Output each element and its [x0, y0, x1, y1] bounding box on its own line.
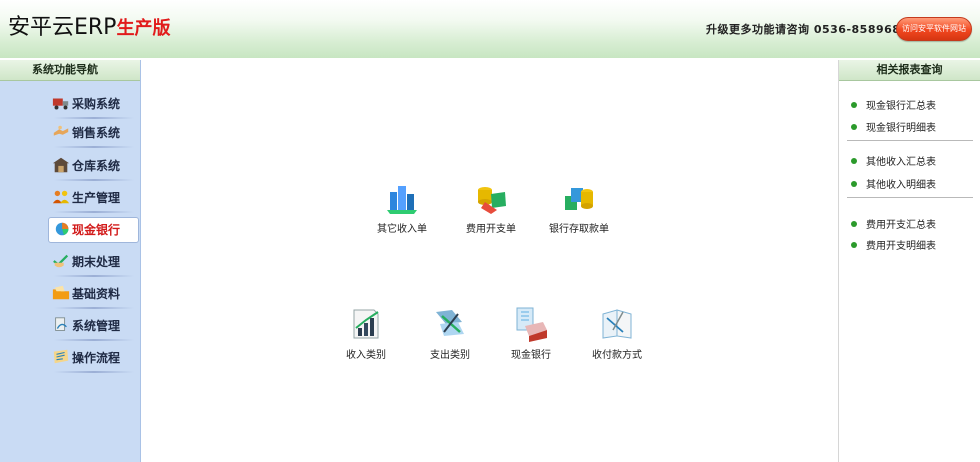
tile-expense-voucher[interactable]: 费用开支单 — [451, 180, 531, 240]
truck-icon — [52, 98, 69, 110]
report-link-cash-bank-summary[interactable]: 现金银行汇总表 — [851, 97, 936, 112]
report-link-cash-bank-detail[interactable]: 现金银行明细表 — [851, 119, 936, 134]
expense-coins-icon — [478, 187, 506, 214]
tile-label: 支出类别 — [430, 350, 470, 361]
nav-item-operation-flow[interactable]: 操作流程 — [0, 343, 141, 373]
nav-item-purchase[interactable]: 采购系统 — [0, 89, 141, 119]
tile-cash-bank[interactable]: 现金银行 — [491, 306, 571, 366]
tile-payment-method[interactable]: 收付款方式 — [577, 306, 657, 366]
folder-icon — [52, 285, 70, 300]
cash-box-icon — [516, 307, 547, 342]
tile-label: 收入类别 — [346, 350, 386, 361]
tile-bank-deposit[interactable]: 银行存取款单 — [539, 180, 619, 240]
people-icon — [52, 190, 70, 204]
bank-deposit-icon — [565, 188, 593, 210]
payment-book-icon — [602, 309, 632, 339]
nav-item-label: 生产管理 — [72, 191, 121, 205]
report-link-other-income-summary[interactable]: 其他收入汇总表 — [851, 153, 936, 168]
tile-label: 现金银行 — [511, 350, 551, 361]
nav-divider — [54, 179, 134, 181]
report-link-other-income-detail[interactable]: 其他收入明细表 — [851, 176, 936, 191]
nav-item-basic-data[interactable]: 基础资料 — [0, 279, 141, 309]
visit-website-button[interactable]: 访问安平软件网站 — [896, 17, 972, 41]
nav-item-label: 现金银行 — [72, 223, 121, 237]
nav-divider — [54, 307, 134, 309]
hand-check-icon — [53, 254, 69, 268]
nav-item-production[interactable]: 生产管理 — [0, 183, 141, 213]
nav-item-label: 系统管理 — [72, 319, 121, 333]
nav-item-label: 销售系统 — [72, 126, 121, 140]
nav-item-label: 操作流程 — [72, 351, 121, 365]
nav-item-label: 基础资料 — [72, 287, 121, 301]
report-divider — [847, 197, 973, 198]
report-divider — [847, 140, 973, 141]
nav-item-label: 仓库系统 — [72, 159, 121, 173]
report-link-expense-detail[interactable]: 费用开支明细表 — [851, 237, 936, 252]
logo-main-text: 安平云ERP — [8, 15, 117, 40]
bullet-icon — [851, 180, 857, 187]
tile-income-category[interactable]: 收入类别 — [326, 306, 406, 366]
coin-pie-icon — [55, 222, 69, 236]
upgrade-contact-text: 升级更多功能请咨询 0536-8589685 — [706, 23, 909, 36]
city-income-icon — [387, 186, 417, 214]
nav-item-sales[interactable]: 销售系统 — [0, 118, 141, 148]
nav-item-system-admin[interactable]: 系统管理 — [0, 311, 141, 341]
nav-item-label: 期末处理 — [72, 255, 121, 269]
left-navigation: 系统功能导航 采购系统 销售系统 仓库系统 生产管理 现金银行 期末处理 基础资… — [0, 60, 141, 462]
tile-label: 费用开支单 — [466, 224, 516, 235]
nav-title: 系统功能导航 — [0, 60, 140, 81]
tile-label: 收付款方式 — [592, 350, 642, 361]
nav-divider — [54, 275, 134, 277]
bullet-icon — [851, 101, 857, 108]
bullet-icon — [851, 123, 857, 130]
nav-item-cash-bank[interactable]: 现金银行 — [0, 215, 141, 245]
report-panel-title: 相关报表查询 — [839, 60, 980, 81]
nav-divider — [54, 339, 134, 341]
app-header: 安平云ERP生产版 升级更多功能请咨询 0536-8589685 访问安平软件网… — [0, 0, 980, 58]
bullet-icon — [851, 220, 857, 227]
nav-item-label: 采购系统 — [72, 97, 121, 111]
app-logo: 安平云ERP生产版 — [8, 14, 170, 43]
report-link-expense-summary[interactable]: 费用开支汇总表 — [851, 216, 936, 231]
bullet-icon — [851, 157, 857, 164]
logo-edition-text: 生产版 — [116, 18, 171, 39]
growth-chart-icon — [353, 309, 379, 339]
tile-label: 银行存取款单 — [549, 224, 609, 235]
nav-item-period-end[interactable]: 期末处理 — [0, 247, 141, 277]
warehouse-icon — [52, 157, 70, 173]
nav-item-warehouse[interactable]: 仓库系统 — [0, 151, 141, 181]
nav-divider — [54, 371, 134, 373]
nav-divider — [54, 211, 134, 213]
flow-book-icon — [53, 349, 69, 364]
tile-other-income[interactable]: 其它收入单 — [362, 180, 442, 240]
report-panel: 相关报表查询 现金银行汇总表 现金银行明细表 其他收入汇总表 其他收入明细表 费… — [838, 60, 980, 462]
user-gear-icon — [55, 317, 67, 331]
tile-expense-category[interactable]: 支出类别 — [410, 306, 490, 366]
bullet-icon — [851, 241, 857, 248]
expense-tools-icon — [436, 310, 464, 336]
nav-divider — [54, 146, 134, 148]
tile-label: 其它收入单 — [377, 224, 427, 235]
handshake-icon — [53, 125, 69, 136]
